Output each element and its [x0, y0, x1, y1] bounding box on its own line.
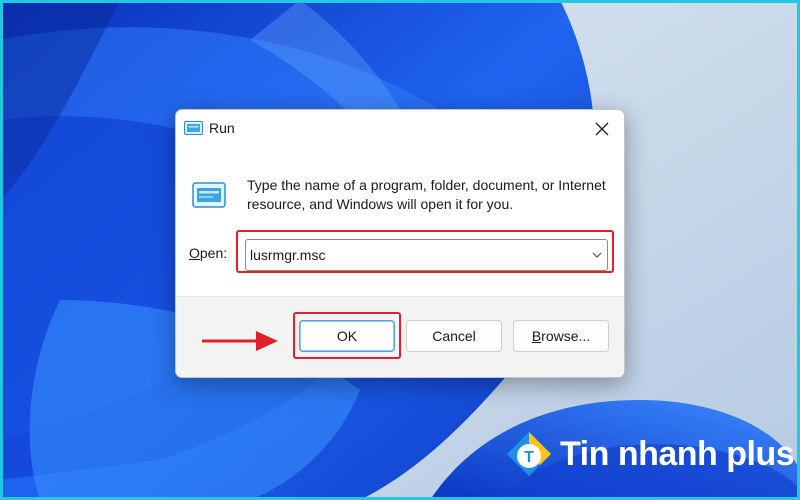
- run-app-icon: [184, 121, 203, 135]
- brand-logo-letter: T: [524, 449, 534, 466]
- highlight-box-ok-button: [293, 312, 401, 359]
- watermark-logo: T Tin nhanh plus: [503, 430, 795, 482]
- browse-label: rowse...: [541, 328, 591, 344]
- highlight-box-open-field: [236, 230, 614, 273]
- title-bar[interactable]: Run: [176, 110, 624, 148]
- dialog-title: Run: [209, 120, 235, 136]
- close-icon: [595, 122, 609, 136]
- dialog-body: Type the name of a program, folder, docu…: [176, 148, 624, 296]
- open-label: Open:: [189, 245, 227, 261]
- brand-name: Tin nhanh plus: [560, 435, 795, 473]
- red-arrow-icon: [202, 331, 278, 351]
- run-program-icon: [192, 182, 226, 208]
- dialog-description: Type the name of a program, folder, docu…: [247, 177, 606, 212]
- close-button[interactable]: [582, 113, 622, 145]
- browse-accelerator: B: [531, 328, 542, 344]
- browse-button[interactable]: Browse...: [513, 320, 609, 352]
- open-label-text: pen:: [199, 245, 228, 261]
- brand-logo-icon: T: [507, 432, 551, 476]
- cancel-button[interactable]: Cancel: [406, 320, 502, 352]
- open-label-accelerator: O: [189, 245, 200, 261]
